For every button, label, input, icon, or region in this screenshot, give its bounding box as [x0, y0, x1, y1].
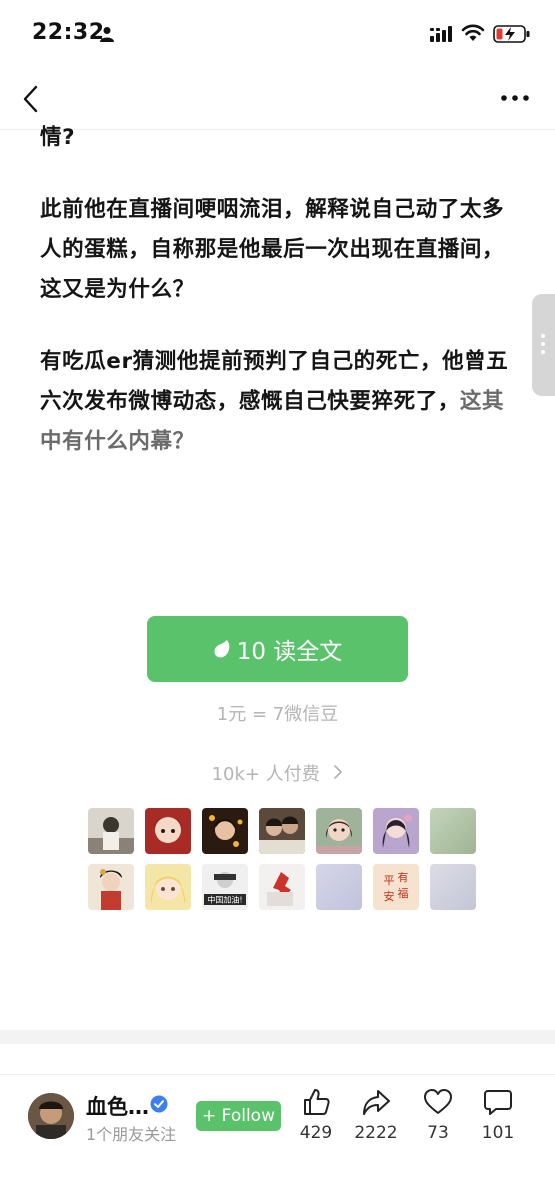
battery-icon	[493, 25, 530, 43]
thumbs-up-icon	[304, 1089, 330, 1115]
share-action[interactable]: 2222	[346, 1087, 406, 1143]
read-button-label: 10 读全文	[236, 639, 343, 665]
signal-icon	[430, 26, 452, 42]
like-count: 429	[299, 1123, 333, 1143]
svg-text:福: 福	[398, 886, 409, 900]
person-icon	[100, 27, 114, 42]
payer-avatar	[316, 808, 362, 854]
bottom-bar: 血色… 1个朋友关注 + Follow 429 2222 73 101	[0, 1074, 555, 1200]
side-drawer-handle[interactable]	[532, 294, 555, 396]
payer-avatar	[145, 808, 191, 854]
payer-avatar	[373, 808, 419, 854]
wifi-icon	[461, 24, 485, 41]
heart-icon	[424, 1089, 452, 1114]
author-avatar[interactable]	[28, 1093, 74, 1139]
comment-icon	[484, 1090, 512, 1115]
comment-action[interactable]: 101	[468, 1087, 528, 1143]
follow-button[interactable]: + Follow	[196, 1101, 281, 1131]
back-icon[interactable]	[20, 84, 44, 114]
payer-avatar	[316, 864, 362, 910]
verified-icon	[150, 1095, 168, 1113]
price-note: 1元 = 7微信豆	[216, 704, 339, 725]
article-paragraph: 情?	[40, 125, 76, 150]
comment-count: 101	[481, 1123, 515, 1143]
more-icon[interactable]	[500, 92, 530, 104]
section-divider	[0, 1030, 555, 1044]
status-bar: 22:32	[0, 0, 555, 70]
payer-avatars: 中国加油! 平有安福	[88, 808, 478, 910]
share-icon	[363, 1090, 390, 1115]
payers-link[interactable]: 10k+ 人付费	[0, 760, 555, 786]
svg-text:平: 平	[384, 874, 395, 887]
favorite-count: 73	[427, 1123, 449, 1143]
article-paragraph: 有吃瓜er猜测他提前预判了自己的死亡，他曾五六次发布微博动态，感慨自己快要猝死了…	[40, 342, 520, 462]
payer-avatar	[430, 864, 476, 910]
payer-avatar: 平有安福	[373, 864, 419, 910]
payer-avatar	[88, 864, 134, 910]
payer-avatar	[430, 808, 476, 854]
svg-text:中国加油!: 中国加油!	[207, 895, 242, 905]
share-count: 2222	[354, 1123, 398, 1143]
payer-avatar	[145, 864, 191, 910]
article-paragraph: 此前他在直播间哽咽流泪，解释说自己动了太多人的蛋糕，自称那是他最后一次出现在直播…	[40, 197, 505, 302]
payer-avatar	[202, 808, 248, 854]
payer-avatar: 中国加油!	[202, 864, 248, 910]
payer-avatar	[88, 808, 134, 854]
payers-label: 10k+ 人付费	[211, 764, 320, 785]
chevron-right-icon	[334, 765, 343, 779]
svg-text:有: 有	[398, 870, 409, 884]
svg-text:安: 安	[384, 889, 395, 903]
article-body: 情? 此前他在直播间哽咽流泪，解释说自己动了太多人的蛋糕，自称那是他最后一次出现…	[40, 118, 520, 494]
payer-avatar	[259, 864, 305, 910]
read-full-article-button[interactable]: 10 读全文	[147, 616, 408, 682]
author-name[interactable]: 血色…	[86, 1091, 149, 1121]
bean-icon	[214, 640, 230, 658]
friend-follow-note: 1个朋友关注	[86, 1125, 177, 1144]
payer-avatar	[259, 808, 305, 854]
paragraph-text: 有吃瓜er猜测他提前预判了自己的死亡，他曾五六次发布微博动态，感慨自己快要猝死了…	[40, 349, 509, 414]
like-action[interactable]: 429	[286, 1087, 346, 1143]
status-time: 22:32	[32, 20, 105, 45]
favorite-action[interactable]: 73	[408, 1087, 468, 1143]
